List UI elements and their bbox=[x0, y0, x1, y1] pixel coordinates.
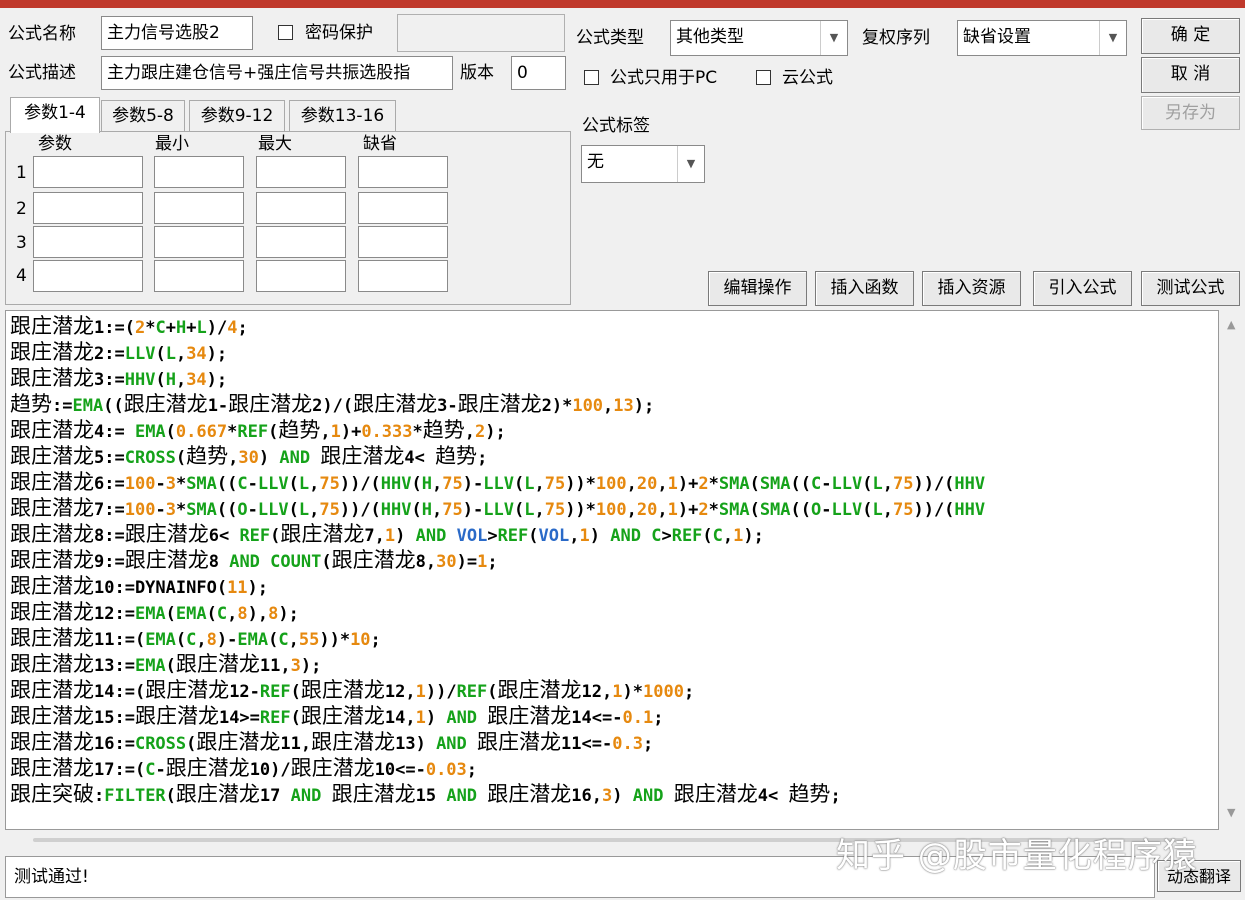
tag-value: 无 bbox=[587, 152, 604, 172]
param-max-input[interactable] bbox=[256, 156, 346, 188]
tab-params-5-8[interactable]: 参数5-8 bbox=[101, 100, 185, 132]
chevron-down-icon[interactable]: ▼ bbox=[820, 21, 847, 55]
password-label: 密码保护 bbox=[305, 23, 373, 43]
version-label: 版本 bbox=[460, 63, 494, 83]
param-row-num: 2 bbox=[16, 199, 27, 219]
param-name-input[interactable] bbox=[33, 226, 143, 258]
code-line: 跟庄潜龙7:=100-3*SMA((O-LLV(L,75))/(HHV(H,75… bbox=[10, 496, 986, 520]
formula-type-value: 其他类型 bbox=[676, 27, 744, 47]
param-max-input[interactable] bbox=[256, 192, 346, 224]
cloud-checkbox[interactable] bbox=[756, 70, 771, 85]
code-line: 跟庄潜龙6:=100-3*SMA((C-LLV(L,75))/(HHV(H,75… bbox=[10, 470, 986, 494]
cloud-label: 云公式 bbox=[782, 68, 833, 88]
code-line: 跟庄潜龙1:=(2*C+H+L)/4; bbox=[10, 314, 248, 338]
tab-params-13-16[interactable]: 参数13-16 bbox=[289, 100, 396, 132]
tag-label: 公式标签 bbox=[582, 116, 650, 136]
scroll-up-icon[interactable]: ▲ bbox=[1227, 318, 1235, 331]
password-input[interactable] bbox=[397, 14, 565, 52]
formula-type-label: 公式类型 bbox=[576, 28, 644, 48]
param-min-input[interactable] bbox=[154, 226, 244, 258]
code-line: 跟庄潜龙4:= EMA(0.667*REF(趋势,1)+0.333*趋势,2); bbox=[10, 418, 506, 442]
code-line: 跟庄潜龙16:=CROSS(跟庄潜龙11,跟庄潜龙13) AND 跟庄潜龙11<… bbox=[10, 730, 654, 754]
scroll-down-icon[interactable]: ▼ bbox=[1227, 806, 1235, 819]
pc-only-label: 公式只用于PC bbox=[610, 68, 718, 88]
param-row-num: 4 bbox=[16, 266, 27, 286]
param-name-input[interactable] bbox=[33, 260, 143, 292]
code-line: 跟庄潜龙14:=(跟庄潜龙12-REF(跟庄潜龙12,1))/REF(跟庄潜龙1… bbox=[10, 678, 695, 702]
code-line: 跟庄潜龙2:=LLV(L,34); bbox=[10, 340, 228, 364]
param-max-input[interactable] bbox=[256, 226, 346, 258]
code-editor[interactable]: 跟庄潜龙1:=(2*C+H+L)/4; 跟庄潜龙2:=LLV(L,34); 跟庄潜龙… bbox=[5, 310, 1219, 830]
save-as-button[interactable]: 另存为 bbox=[1141, 96, 1240, 130]
param-col-default: 缺省 bbox=[363, 134, 397, 154]
pc-only-checkbox[interactable] bbox=[584, 70, 599, 85]
param-min-input[interactable] bbox=[154, 260, 244, 292]
code-line: 跟庄潜龙13:=EMA(跟庄潜龙11,3); bbox=[10, 652, 322, 676]
param-col-name: 参数 bbox=[38, 134, 72, 154]
param-col-min: 最小 bbox=[155, 134, 189, 154]
code-line: 跟庄潜龙3:=HHV(H,34); bbox=[10, 366, 228, 390]
formula-desc-label: 公式描述 bbox=[8, 63, 76, 83]
formula-name-label: 公式名称 bbox=[8, 24, 76, 44]
rights-label: 复权序列 bbox=[862, 28, 930, 48]
param-default-input[interactable] bbox=[358, 192, 448, 224]
param-min-input[interactable] bbox=[154, 192, 244, 224]
window-titlebar bbox=[0, 0, 1245, 8]
rights-select[interactable]: 缺省设置 ▼ bbox=[957, 20, 1127, 56]
vertical-scrollbar[interactable]: ▲ ▼ bbox=[1219, 310, 1245, 830]
insert-function-button[interactable]: 插入函数 bbox=[815, 271, 914, 306]
tag-select[interactable]: 无 ▼ bbox=[581, 145, 705, 183]
code-line: 跟庄潜龙15:=跟庄潜龙14>=REF(跟庄潜龙14,1) AND 跟庄潜龙14… bbox=[10, 704, 664, 728]
param-row-num: 1 bbox=[16, 163, 27, 183]
chevron-down-icon[interactable]: ▼ bbox=[677, 146, 704, 182]
param-default-input[interactable] bbox=[358, 156, 448, 188]
param-max-input[interactable] bbox=[256, 260, 346, 292]
ok-button[interactable]: 确 定 bbox=[1141, 18, 1240, 54]
formula-type-select[interactable]: 其他类型 ▼ bbox=[670, 20, 848, 56]
cancel-button[interactable]: 取 消 bbox=[1141, 57, 1240, 93]
chevron-down-icon[interactable]: ▼ bbox=[1099, 21, 1126, 55]
param-name-input[interactable] bbox=[33, 156, 143, 188]
password-checkbox[interactable] bbox=[278, 25, 293, 40]
code-line: 跟庄潜龙5:=CROSS(趋势,30) AND 跟庄潜龙4< 趋势; bbox=[10, 444, 488, 468]
code-line: 跟庄潜龙10:=DYNAINFO(11); bbox=[10, 574, 269, 598]
rights-value: 缺省设置 bbox=[963, 27, 1031, 47]
param-col-max: 最大 bbox=[258, 134, 292, 154]
code-line: 跟庄潜龙8:=跟庄潜龙6< REF(跟庄潜龙7,1) AND VOL>REF(V… bbox=[10, 522, 764, 546]
code-line: 跟庄潜龙17:=(C-跟庄潜龙10)/跟庄潜龙10<=-0.03; bbox=[10, 756, 478, 780]
param-default-input[interactable] bbox=[358, 226, 448, 258]
code-line: 跟庄潜龙12:=EMA(EMA(C,8),8); bbox=[10, 600, 299, 624]
code-line: 跟庄潜龙9:=跟庄潜龙8 AND COUNT(跟庄潜龙8,30)=1; bbox=[10, 548, 498, 572]
version-input[interactable]: 0 bbox=[511, 56, 566, 90]
insert-resource-button[interactable]: 插入资源 bbox=[922, 271, 1021, 306]
formula-desc-input[interactable]: 主力跟庄建仓信号+强庄信号共振选股指 bbox=[101, 56, 453, 90]
param-name-input[interactable] bbox=[33, 192, 143, 224]
watermark: 知乎 @股市量化程序猿 bbox=[836, 836, 1198, 876]
import-formula-button[interactable]: 引入公式 bbox=[1033, 271, 1132, 306]
param-row-num: 3 bbox=[16, 233, 27, 253]
tab-params-9-12[interactable]: 参数9-12 bbox=[189, 100, 285, 132]
edit-ops-button[interactable]: 编辑操作 bbox=[708, 271, 807, 306]
test-formula-button[interactable]: 测试公式 bbox=[1141, 271, 1240, 306]
formula-name-input[interactable]: 主力信号选股2 bbox=[101, 16, 253, 50]
code-line: 趋势:=EMA((跟庄潜龙1-跟庄潜龙2)/(跟庄潜龙3-跟庄潜龙2)*100,… bbox=[10, 392, 655, 416]
param-default-input[interactable] bbox=[358, 260, 448, 292]
tab-params-1-4[interactable]: 参数1-4 bbox=[10, 97, 100, 133]
param-min-input[interactable] bbox=[154, 156, 244, 188]
code-line: 跟庄潜龙11:=(EMA(C,8)-EMA(C,55))*10; bbox=[10, 626, 381, 650]
code-line: 跟庄突破:FILTER(跟庄潜龙17 AND 跟庄潜龙15 AND 跟庄潜龙16… bbox=[10, 782, 841, 806]
